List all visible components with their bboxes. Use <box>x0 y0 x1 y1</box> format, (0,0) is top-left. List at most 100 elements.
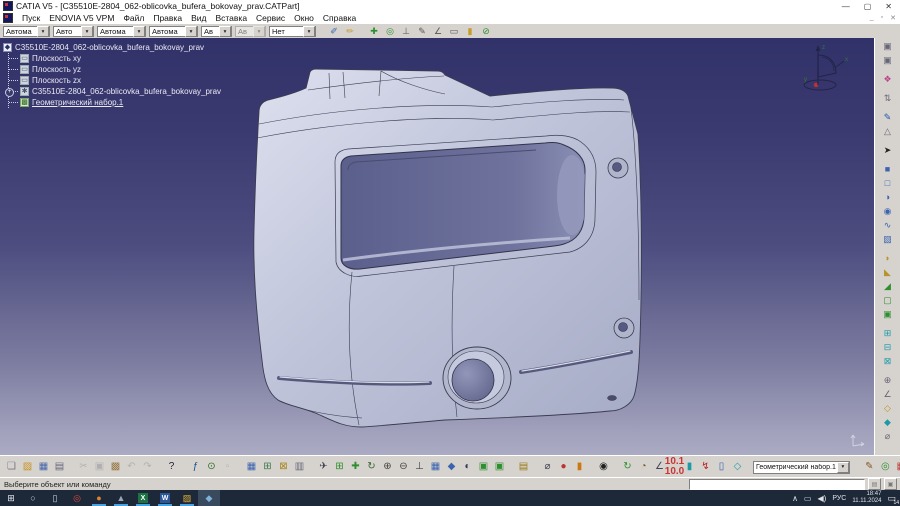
wireframe-icon[interactable]: ◇ <box>881 402 895 415</box>
tree-item-geometric-set[interactable]: ▩ Геометрический набор.1 <box>9 97 221 108</box>
measure-tool-icon[interactable]: ⌀ <box>881 430 895 443</box>
power-input[interactable] <box>689 479 865 490</box>
section-icon[interactable]: ▯ <box>714 460 729 475</box>
measure-inertia-icon[interactable]: ▭ <box>447 25 461 38</box>
open-document-icon[interactable]: ▨ <box>20 460 35 475</box>
status-more-button[interactable]: ▣ <box>884 478 897 490</box>
update-icon[interactable]: ↻ <box>620 460 635 475</box>
snap-center-icon[interactable]: ◎ <box>383 25 397 38</box>
part-3d-model[interactable] <box>240 60 660 440</box>
fit-all-in-icon[interactable]: ⊞ <box>332 460 347 475</box>
shell-icon[interactable]: ▢ <box>881 294 895 307</box>
explorer-icon[interactable]: ▨ <box>176 490 198 506</box>
grid-icon[interactable]: ▦ <box>894 460 900 475</box>
surface-icon[interactable]: ◆ <box>881 416 895 429</box>
start-button[interactable]: ⊞ <box>0 490 22 506</box>
menu-enovia[interactable]: ENOVIA V5 VPM <box>49 13 114 23</box>
axis-to-axis-icon[interactable]: ∠ <box>881 388 895 401</box>
tree-item-plane-yz[interactable]: ▭ Плоскость yz <box>9 64 221 75</box>
cylinder-analysis-icon[interactable]: ▮ <box>682 460 697 475</box>
volume-icon[interactable]: ◀) <box>817 494 826 503</box>
clock[interactable]: 18:47 11.11.2024 <box>852 491 881 505</box>
task-view-button[interactable]: ▯ <box>44 490 66 506</box>
multi-sections-solid-icon[interactable]: ▧ <box>881 233 895 246</box>
paste-icon[interactable]: ▩ <box>108 460 123 475</box>
catia-taskbar-icon[interactable]: ◆ <box>198 490 220 506</box>
chevron-down-icon[interactable]: ▾ <box>219 26 231 37</box>
word-icon[interactable]: W <box>154 490 176 506</box>
chevron-down-icon[interactable]: ▾ <box>185 26 197 37</box>
tree-root-label[interactable]: C35510E-2804_062-oblicovka_bufera_bokova… <box>15 43 204 52</box>
mdi-close-button[interactable]: ✕ <box>890 14 896 22</box>
chevron-down-icon[interactable]: ▾ <box>81 26 93 37</box>
line-color-combo[interactable]: Автома ▾ <box>97 26 146 37</box>
fly-mode-icon[interactable]: ✈ <box>316 460 331 475</box>
whats-this-icon[interactable]: ? <box>164 460 179 475</box>
tree-item-label[interactable]: Геометрический набор.1 <box>32 98 123 107</box>
new-document-icon[interactable]: ❏ <box>4 460 19 475</box>
chevron-down-icon[interactable]: ▾ <box>837 462 849 473</box>
fillet-icon[interactable]: ◗ <box>881 252 895 265</box>
lock-icon[interactable]: ⊠ <box>276 460 291 475</box>
tree-item-part-node[interactable]: + ✱ C35510E-2804_062-oblicovka_bufera_bo… <box>9 86 221 97</box>
line-type-combo[interactable]: Автома ▾ <box>149 26 198 37</box>
tree-item-label[interactable]: Плоскость yz <box>32 65 81 74</box>
tree-root-row[interactable]: ◆ C35510E-2804_062-oblicovka_bufera_boko… <box>3 42 221 53</box>
window-cascade-icon[interactable]: ▣ <box>881 40 895 53</box>
menu-file[interactable]: Файл <box>123 13 144 23</box>
shading-mode-icon[interactable]: ◐ <box>460 460 475 475</box>
tree-item-label[interactable]: Плоскость zx <box>32 76 81 85</box>
search-button[interactable]: ○ <box>22 490 44 506</box>
tree-item-plane-xy[interactable]: ▭ Плоскость xy <box>9 53 221 64</box>
scaling-icon[interactable]: ⊠ <box>881 355 895 368</box>
part-screw-hole-bottom[interactable] <box>614 318 634 338</box>
draft-angle-icon[interactable]: ◢ <box>881 280 895 293</box>
tree-item-label[interactable]: Плоскость xy <box>32 54 81 63</box>
hidden-icons-chevron[interactable]: ∧ <box>792 494 798 503</box>
chevron-down-icon[interactable]: ▾ <box>133 26 145 37</box>
translate-icon[interactable]: ✚ <box>367 25 381 38</box>
measure-between-icon[interactable]: ⌀ <box>540 460 555 475</box>
isometric-view-icon[interactable]: ◆ <box>444 460 459 475</box>
dress-up-icon[interactable]: ❖ <box>881 73 895 86</box>
working-set-combo[interactable]: Геометрический набор.1 ▾ <box>753 461 850 474</box>
design-table-icon[interactable]: ▦ <box>244 460 259 475</box>
rib-icon[interactable]: ∿ <box>881 219 895 232</box>
capture-icon[interactable]: ◉ <box>596 460 611 475</box>
pocket-icon[interactable]: □ <box>881 177 895 190</box>
world-scale-icon[interactable]: ◎ <box>878 460 893 475</box>
compass[interactable]: z x y <box>796 41 852 93</box>
mirror-icon[interactable]: ⊟ <box>881 341 895 354</box>
window-tile-icon[interactable]: ▣ <box>881 54 895 67</box>
quick-view-icon[interactable]: ▦ <box>428 460 443 475</box>
axis-system-icon[interactable]: ⊥ <box>399 25 413 38</box>
action-center-icon[interactable]: ▭ 14 <box>887 493 896 504</box>
product-structure-icon[interactable]: ⊞ <box>260 460 275 475</box>
minimize-button[interactable]: — <box>842 2 850 11</box>
fill-color-combo[interactable]: Автома ▾ <box>3 26 50 37</box>
print-icon[interactable]: ▤ <box>52 460 67 475</box>
menu-window[interactable]: Окно <box>294 13 314 23</box>
zoom-in-icon[interactable]: ⊕ <box>380 460 395 475</box>
apply-material-icon[interactable]: ✐ <box>327 25 341 38</box>
tree-item-plane-zx[interactable]: ▭ Плоскость zx <box>9 75 221 86</box>
select-cursor-icon[interactable]: ➤ <box>881 144 895 157</box>
tolerance-icon[interactable]: 10.1 10.0 <box>667 460 682 475</box>
zoom-out-icon[interactable]: ⊖ <box>396 460 411 475</box>
sketch-tools-icon[interactable]: ✎ <box>862 460 877 475</box>
measure-item-icon[interactable]: ∠ <box>431 25 445 38</box>
people-app-icon[interactable]: ● <box>88 490 110 506</box>
expand-node-icon[interactable]: + <box>5 88 14 97</box>
part-bottom-hole[interactable] <box>443 347 511 409</box>
annotation-icon[interactable]: ▮ <box>463 25 477 38</box>
draft-analysis-icon[interactable]: ◇ <box>730 460 745 475</box>
opacity-combo[interactable]: Авто ▾ <box>53 26 94 37</box>
pinned-app-icon[interactable]: ▲ <box>110 490 132 506</box>
status-expand-button[interactable]: ▤ <box>868 478 881 490</box>
normal-view-icon[interactable]: ⊥ <box>412 460 427 475</box>
thickness-icon[interactable]: ▣ <box>881 308 895 321</box>
menu-help[interactable]: Справка <box>323 13 356 23</box>
restore-button[interactable]: ▢ <box>864 2 872 11</box>
interference-icon[interactable]: ↯ <box>698 460 713 475</box>
weight-combo[interactable]: Ав ▾ <box>201 26 232 37</box>
